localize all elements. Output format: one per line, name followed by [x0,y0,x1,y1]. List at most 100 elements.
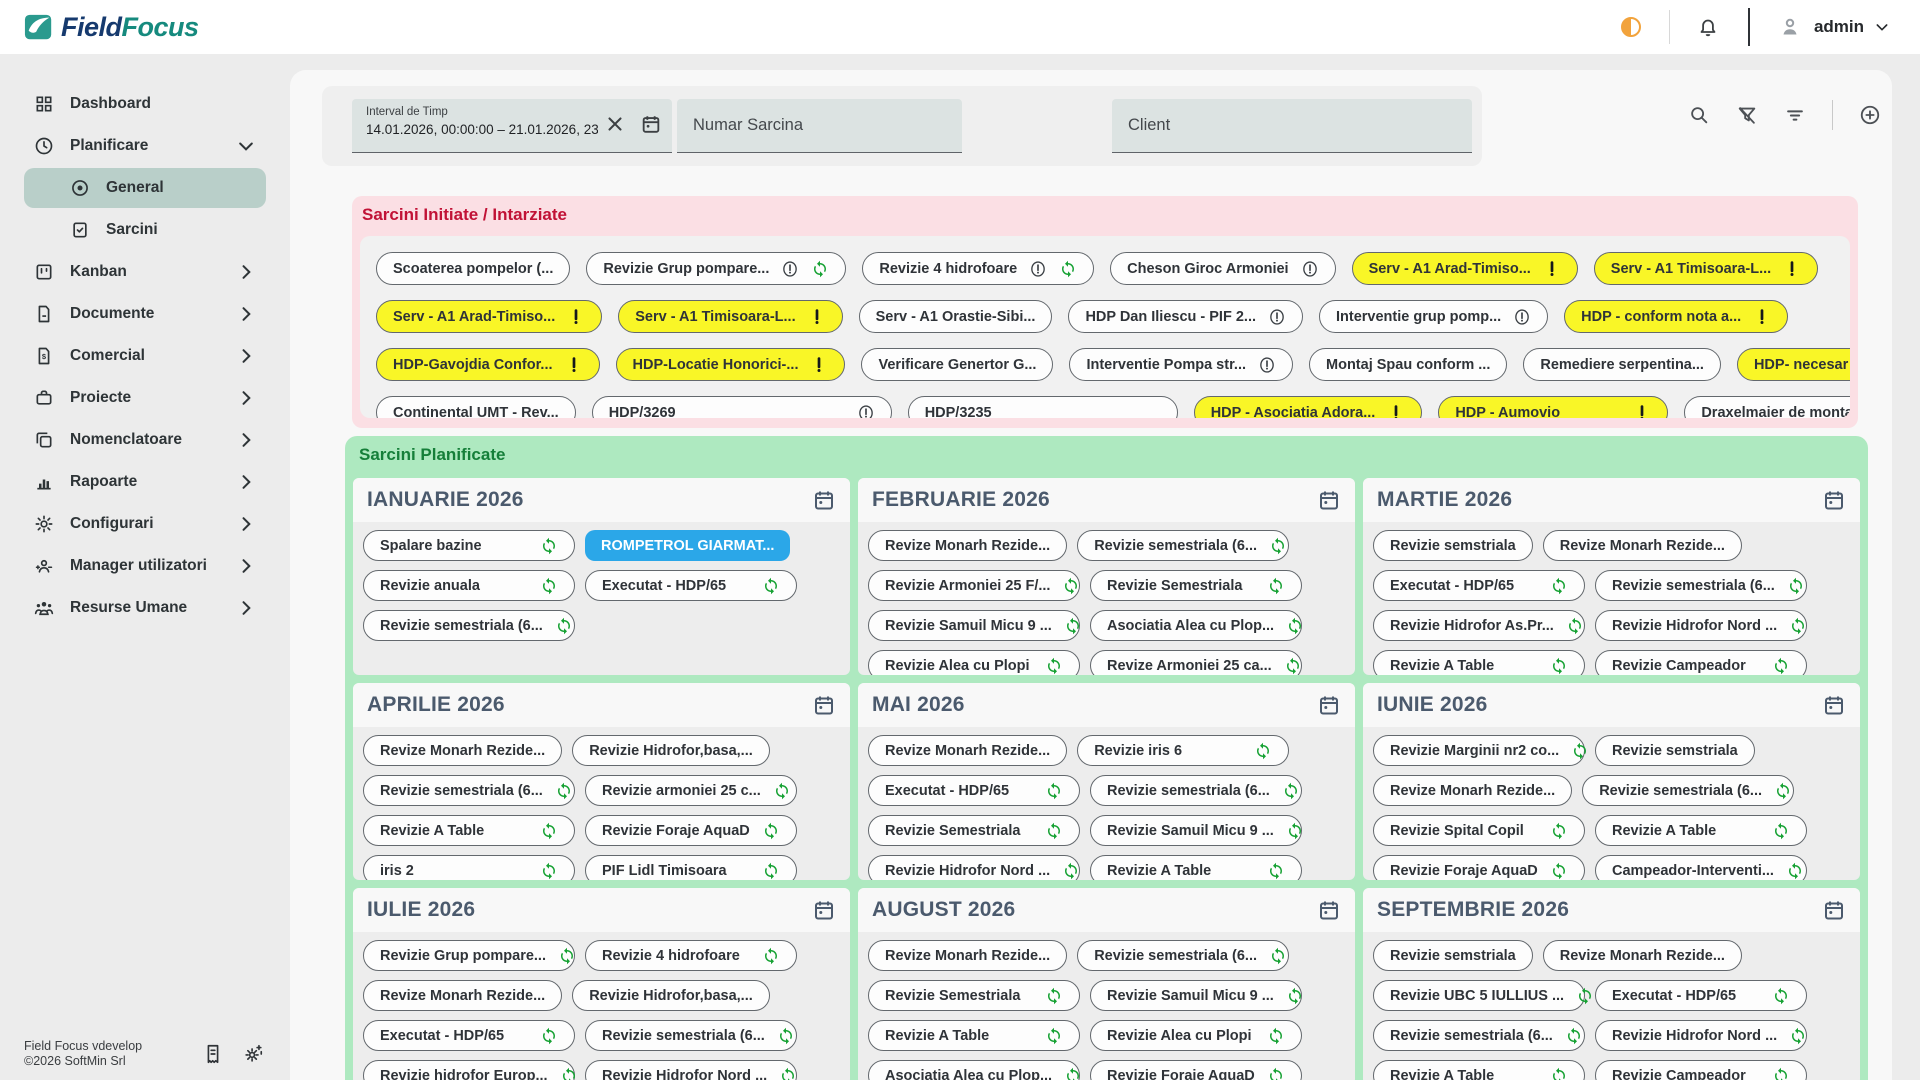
sidebar-item-proiecte[interactable]: Proiecte [24,378,266,418]
task-chip[interactable]: Revizie Campeador [1595,1060,1807,1080]
task-chip[interactable]: Revizie A Table [1595,815,1807,846]
person-icon[interactable] [1778,15,1802,39]
task-chip[interactable]: Revizie Semestriala [1090,570,1302,601]
task-chip[interactable]: Revizie Grup pompare... [363,940,575,971]
task-chip[interactable]: Executat - HDP/65 [1595,980,1807,1011]
task-chip[interactable]: HDP-Locatie Honorici-... [616,348,846,381]
sidebar-item-manager-utilizatori[interactable]: Manager utilizatori [24,546,266,586]
task-chip[interactable]: Revizie Samuil Micu 9 ... [1090,815,1302,846]
sidebar-item-sarcini[interactable]: Sarcini [24,210,266,250]
task-chip[interactable]: HDP - Aumovio [1438,396,1668,418]
task-chip[interactable]: Revizie Spital Copil [1373,815,1585,846]
task-chip[interactable]: Revizie semstriala [1373,940,1533,971]
task-chip[interactable]: Revizie Semestriala [868,980,1080,1011]
task-chip[interactable]: Revizie semstriala [1373,530,1533,561]
task-chip[interactable]: Revize Monarh Rezide... [363,735,562,766]
task-chip[interactable]: Montaj Spau conform ... [1309,348,1507,381]
task-chip[interactable]: Revizie semstriala [1595,735,1755,766]
task-chip[interactable]: Revizie hidrofor Europ... [363,1060,575,1080]
task-chip[interactable]: HDP - conform nota a... [1564,300,1788,333]
task-chip[interactable]: Revizie Foraje AquaD [1373,855,1585,880]
task-chip[interactable]: Revizie iris 6 [1077,735,1289,766]
task-chip[interactable]: Revizie Alea cu Plopi [1090,1020,1302,1051]
task-chip[interactable]: Revizie Hidrofor,basa,... [572,735,770,766]
task-chip[interactable]: Spalare bazine [363,530,575,561]
task-chip[interactable]: Interventie grup pomp... [1319,300,1548,333]
task-chip[interactable]: Revizie semestriala (6... [1077,530,1289,561]
task-chip[interactable]: Revizie semestriala (6... [1582,775,1794,806]
task-chip[interactable]: Revizie 4 hidrofoare [862,252,1094,285]
task-chip[interactable]: Revizie Hidrofor,basa,... [572,980,770,1011]
calendar-icon[interactable] [1317,488,1341,512]
task-chip[interactable]: HDP- necesar 2 poze ... [1737,348,1850,381]
task-chip[interactable]: Revizie Hidrofor As.Pr... [1373,610,1585,641]
task-chip[interactable]: Revizie semestriala (6... [363,610,575,641]
task-chip[interactable]: Serv - A1 Orastie-Sibi... [859,300,1053,333]
sidebar-item-comercial[interactable]: $Comercial [24,336,266,376]
task-chip[interactable]: Executat - HDP/65 [868,775,1080,806]
task-chip[interactable]: Revizie UBC 5 IULLIUS ... [1373,980,1585,1011]
task-chip[interactable]: HDP - Asociatia Adora... [1194,396,1423,418]
sidebar-item-nomenclatoare[interactable]: Nomenclatoare [24,420,266,460]
calendar-icon[interactable] [1317,693,1341,717]
task-chip[interactable]: iris 2 [363,855,575,880]
sidebar-item-resurse-umane[interactable]: Resurse Umane [24,588,266,628]
calendar-icon[interactable] [1822,488,1846,512]
task-chip[interactable]: Revizie semestriala (6... [1595,570,1807,601]
sidebar-item-general[interactable]: General [24,168,266,208]
task-chip[interactable]: Revize Monarh Rezide... [868,940,1067,971]
task-chip[interactable]: Revizie Hidrofor Nord ... [1595,610,1807,641]
task-chip[interactable]: Interventie Pompa str... [1069,348,1293,381]
calendar-icon[interactable] [640,113,662,135]
calendar-icon[interactable] [1822,693,1846,717]
task-chip[interactable]: HDP-Gavojdia Confor... [376,348,600,381]
task-chip[interactable]: Revizie semestriala (6... [1090,775,1302,806]
task-chip[interactable]: Revizie 4 hidrofoare [585,940,797,971]
receipt-icon[interactable] [202,1043,224,1065]
task-chip[interactable]: Revizie Alea cu Plopi [868,650,1080,675]
calendar-icon[interactable] [812,898,836,922]
task-chip[interactable]: Revizie Samuil Micu 9 ... [1090,980,1302,1011]
task-chip[interactable]: Revizie Marginii nr2 co... [1373,735,1585,766]
filter-off-icon[interactable] [1736,104,1758,126]
task-chip[interactable]: Revizie Grup pompare... [586,252,846,285]
task-chip[interactable]: Campeador-Interventi... [1595,855,1807,880]
sidebar-item-planificare[interactable]: Planificare [24,126,266,166]
task-chip[interactable]: Asociatia Alea cu Plop... [868,1060,1080,1080]
bell-icon[interactable] [1696,15,1720,39]
contrast-icon[interactable] [1619,15,1643,39]
task-chip[interactable]: Revizie semestriala (6... [363,775,575,806]
task-chip[interactable]: Revizie Samuil Micu 9 ... [868,610,1080,641]
task-chip[interactable]: Revizie A Table [1373,650,1585,675]
task-chip[interactable]: Revizie armoniei 25 c... [585,775,797,806]
task-chip[interactable]: HDP/3235 [908,396,1178,418]
task-chip[interactable]: Revizie Campeador [1595,650,1807,675]
task-chip[interactable]: ROMPETROL GIARMAT... [585,530,790,561]
task-chip[interactable]: Serv - A1 Timisoara-L... [1594,252,1818,285]
task-chip[interactable]: Revize Monarh Rezide... [363,980,562,1011]
sidebar-item-configurari[interactable]: Configurari [24,504,266,544]
task-chip[interactable]: HDP/3269 [592,396,892,418]
add-circle-icon[interactable] [1859,104,1881,126]
task-chip[interactable]: Serv - A1 Arad-Timiso... [376,300,602,333]
task-chip[interactable]: Revizie Semestriala [868,815,1080,846]
task-chip[interactable]: Revizie A Table [868,1020,1080,1051]
task-chip[interactable]: Serv - A1 Arad-Timiso... [1352,252,1578,285]
task-chip[interactable]: HDP Dan Iliescu - PIF 2... [1068,300,1303,333]
task-chip[interactable]: Revizie A Table [1090,855,1302,880]
filter-lines-icon[interactable] [1784,104,1806,126]
task-chip[interactable]: Revizie semestriala (6... [1077,940,1289,971]
task-chip[interactable]: Revize Monarh Rezide... [1543,530,1742,561]
calendar-icon[interactable] [812,693,836,717]
task-chip[interactable]: PIF Lidl Timisoara [585,855,797,880]
search-icon[interactable] [1688,104,1710,126]
task-chip[interactable]: Revizie Hidrofor Nord ... [868,855,1080,880]
sidebar-item-dashboard[interactable]: Dashboard [24,84,266,124]
chevron-down-icon[interactable] [1874,19,1890,35]
task-chip[interactable]: Scoaterea pompelor (... [376,252,570,285]
client-input[interactable] [1112,99,1472,152]
task-chip[interactable]: Revizie A Table [363,815,575,846]
task-chip[interactable]: Revizie Hidrofor Nord ... [585,1060,797,1080]
task-chip[interactable]: Revize Monarh Rezide... [868,530,1067,561]
fieldfocus-logo[interactable]: FieldFocus [24,12,199,43]
